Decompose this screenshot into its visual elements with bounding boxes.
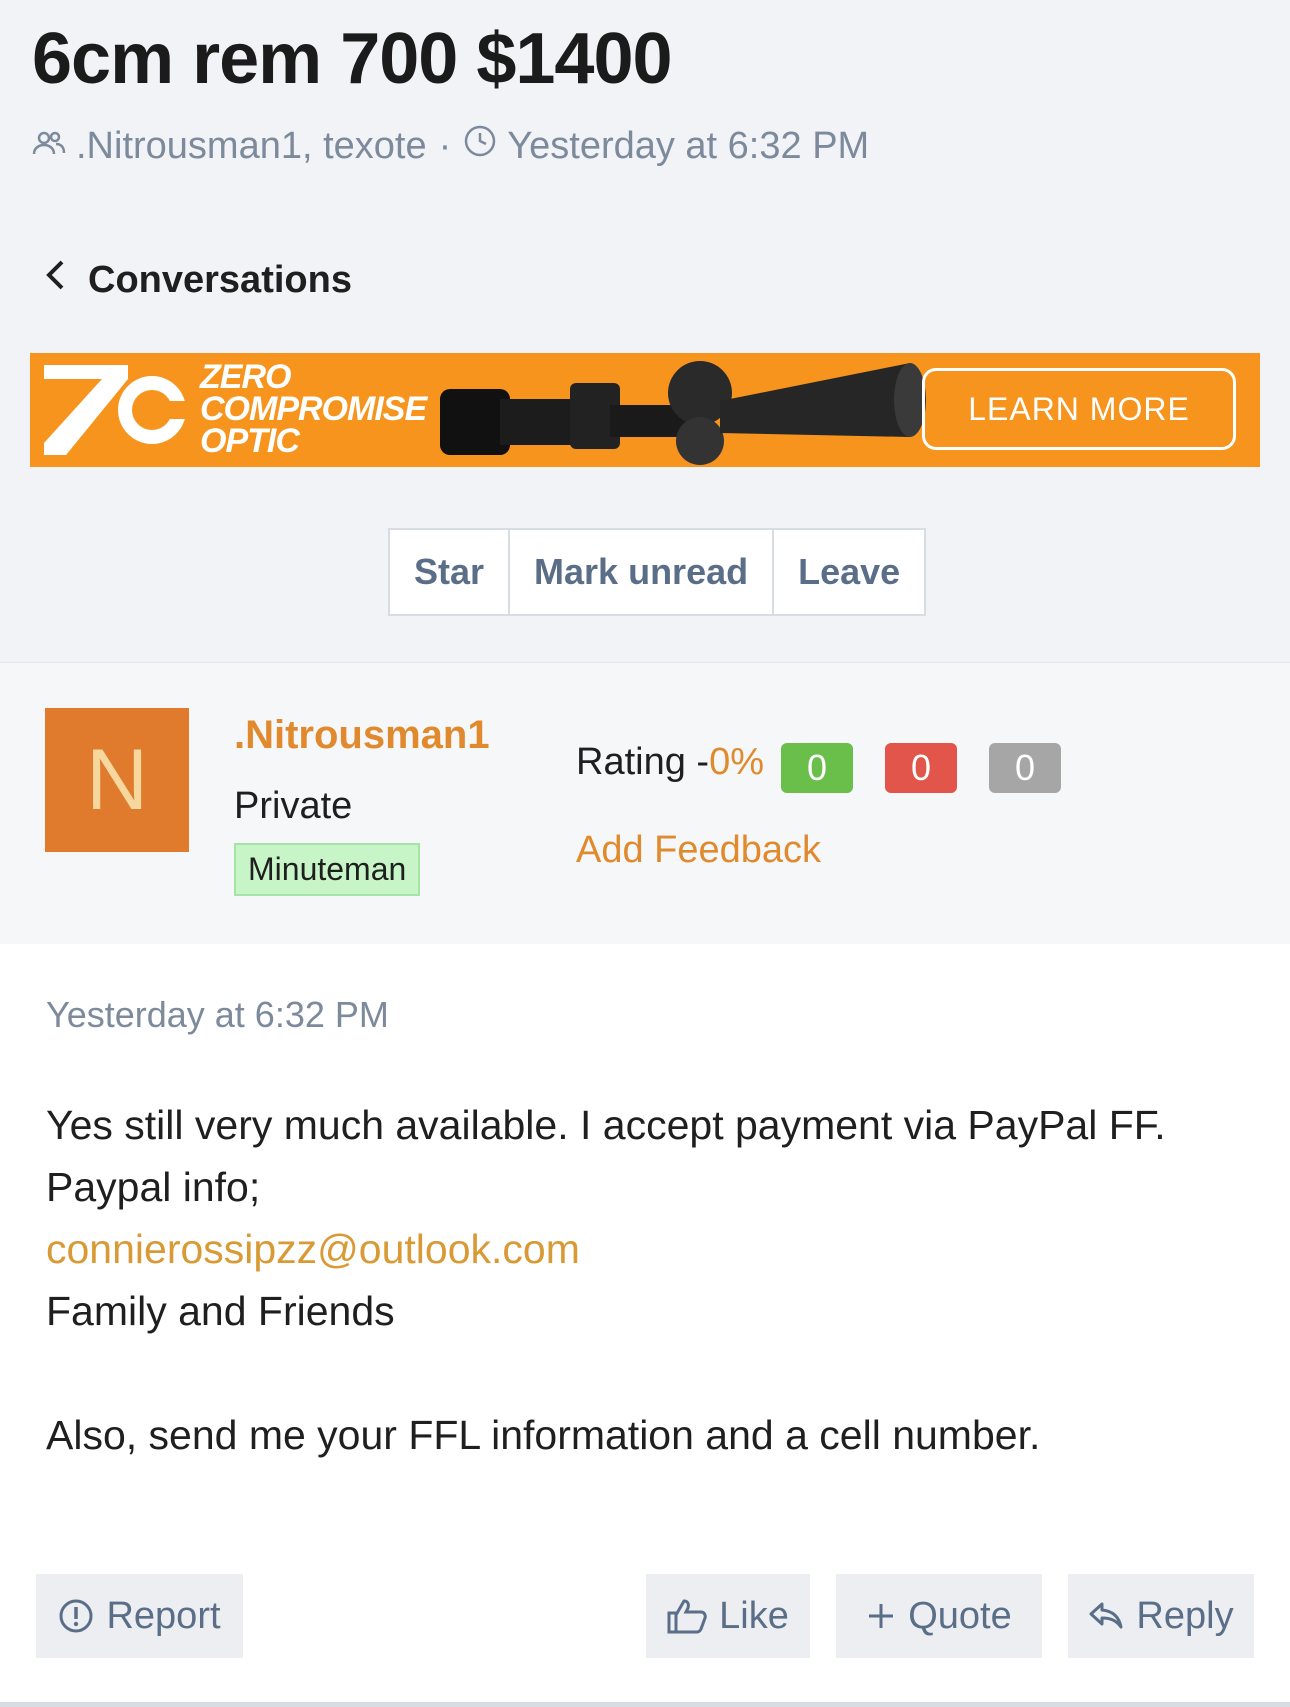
participants-icon (32, 125, 66, 168)
positive-feedback-count[interactable]: 0 (781, 743, 853, 793)
quote-label: Quote (908, 1594, 1012, 1637)
star-button[interactable]: Star (390, 530, 511, 614)
message-post: Yesterday at 6:32 PM Yes still very much… (0, 944, 1290, 1707)
message-line: Paypal info; (46, 1164, 261, 1210)
clock-icon (463, 124, 497, 168)
back-label: Conversations (88, 258, 352, 301)
add-feedback-link[interactable]: Add Feedback (576, 829, 821, 872)
meta-separator: · (438, 124, 452, 167)
thread-meta: .Nitrousman1, texote · Yesterday at 6:32… (32, 124, 869, 168)
avatar[interactable]: N (45, 708, 189, 852)
back-to-conversations[interactable]: Conversations (44, 258, 352, 302)
ad-brand-line3: OPTIC (200, 422, 300, 460)
mark-unread-button[interactable]: Mark unread (510, 530, 775, 614)
plus-icon (866, 1601, 896, 1631)
thread-time: Yesterday at 6:32 PM (507, 124, 870, 167)
quote-button[interactable]: Quote (836, 1574, 1042, 1658)
message-time[interactable]: Yesterday at 6:32 PM (46, 994, 389, 1036)
chevron-left-icon (44, 258, 66, 302)
ad-brand-line2: COMPROMISE (200, 390, 427, 428)
rating-percent: 0% (709, 741, 764, 783)
username[interactable]: .Nitrousman1 (234, 713, 490, 758)
report-label: Report (106, 1594, 221, 1637)
rating: Rating - 0% (576, 741, 764, 784)
ad-brand: ZERO COMPROMISE OPTIC (200, 358, 427, 460)
thumbs-up-icon (667, 1598, 707, 1634)
email-link[interactable]: connierossipzz@outlook.com (46, 1218, 1256, 1280)
conversation-actions: Star Mark unread Leave (388, 528, 927, 616)
reply-button[interactable]: Reply (1068, 1574, 1254, 1658)
message-line: Family and Friends (46, 1288, 395, 1334)
rating-label: Rating - (576, 741, 710, 783)
user-info-bar: N .Nitrousman1 Private Minuteman Rating … (0, 662, 1290, 944)
reply-label: Reply (1136, 1594, 1234, 1637)
learn-more-button[interactable]: LEARN MORE (922, 368, 1236, 450)
alert-circle-icon (58, 1598, 94, 1634)
user-rank: Private (234, 785, 353, 827)
negative-feedback-count[interactable]: 0 (885, 743, 957, 793)
ad-banner[interactable]: ZERO COMPROMISE OPTIC LEARN MORE (30, 353, 1260, 467)
rifle-scope-icon (440, 361, 926, 465)
message-line: Yes still very much available. I accept … (46, 1102, 1166, 1148)
zc-logo-icon (44, 365, 190, 455)
participants-list[interactable]: .Nitrousman1, texote (76, 125, 427, 168)
report-button[interactable]: Report (36, 1574, 243, 1658)
user-badge: Minuteman (234, 843, 421, 896)
leave-button[interactable]: Leave (774, 530, 924, 614)
message-line: Also, send me your FFL information and a… (46, 1412, 1041, 1458)
like-button[interactable]: Like (646, 1574, 810, 1658)
bottom-divider (0, 1702, 1290, 1707)
neutral-feedback-count[interactable]: 0 (989, 743, 1061, 793)
like-label: Like (719, 1594, 789, 1637)
message-body: Yes still very much available. I accept … (46, 1094, 1256, 1466)
reply-arrow-icon (1088, 1601, 1124, 1631)
thread-title: 6cm rem 700 $1400 (32, 19, 673, 99)
ad-brand-line1: ZERO (200, 358, 291, 396)
